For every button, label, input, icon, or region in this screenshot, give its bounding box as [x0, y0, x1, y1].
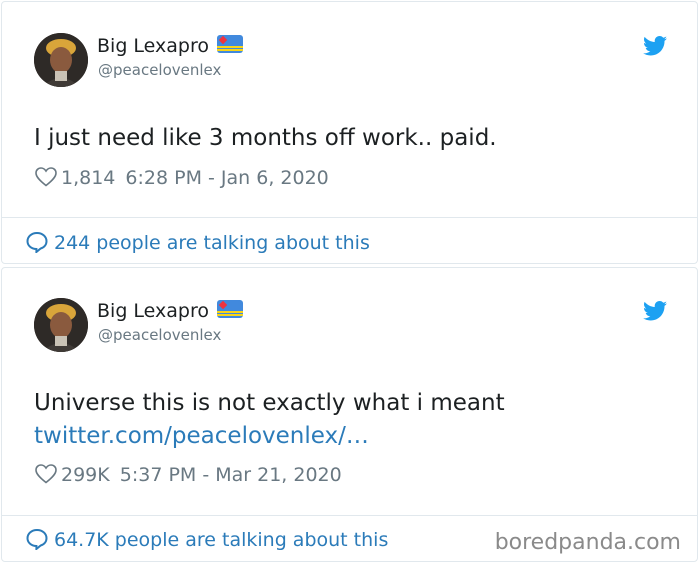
twitter-bird-icon[interactable]	[643, 36, 667, 56]
avatar[interactable]	[34, 33, 88, 87]
tweet-text: I just need like 3 months off work.. pai…	[34, 125, 497, 151]
author-handle[interactable]: @peacelovenlex	[98, 326, 221, 344]
tweet-card: Big Lexapro @peacelovenlex I just need l…	[1, 1, 698, 264]
heart-icon[interactable]	[35, 167, 57, 187]
tweet-text: Universe this is not exactly what i mean…	[34, 387, 505, 453]
divider	[2, 515, 697, 516]
aruba-flag-icon	[217, 35, 243, 53]
talking-link[interactable]: 244 people are talking about this	[26, 231, 370, 254]
author-handle[interactable]: @peacelovenlex	[98, 61, 221, 79]
tweet-link[interactable]: twitter.com/peacelovenlex/…	[34, 420, 505, 453]
talking-text: 64.7K people are talking about this	[54, 529, 389, 551]
watermark: boredpanda.com	[494, 530, 681, 555]
divider	[2, 217, 697, 218]
talking-text: 244 people are talking about this	[54, 232, 370, 254]
speech-bubble-icon	[26, 528, 48, 550]
like-count[interactable]: 1,814	[61, 167, 115, 189]
author-name[interactable]: Big Lexapro	[97, 300, 243, 322]
timestamp[interactable]: 5:37 PM - Mar 21, 2020	[120, 464, 342, 486]
tweet-meta: 1,814 6:28 PM - Jan 6, 2020	[35, 167, 329, 189]
heart-icon[interactable]	[35, 464, 57, 484]
like-count[interactable]: 299K	[61, 464, 110, 486]
avatar[interactable]	[34, 298, 88, 352]
timestamp[interactable]: 6:28 PM - Jan 6, 2020	[125, 167, 328, 189]
talking-link[interactable]: 64.7K people are talking about this	[26, 528, 388, 551]
tweet-meta: 299K 5:37 PM - Mar 21, 2020	[35, 464, 342, 486]
tweet-text-body: Universe this is not exactly what i mean…	[34, 390, 505, 416]
speech-bubble-icon	[26, 231, 48, 253]
tweet-card: Big Lexapro @peacelovenlex Universe this…	[1, 267, 698, 562]
author-name[interactable]: Big Lexapro	[97, 35, 243, 57]
twitter-bird-icon[interactable]	[643, 301, 667, 321]
aruba-flag-icon	[217, 300, 243, 318]
